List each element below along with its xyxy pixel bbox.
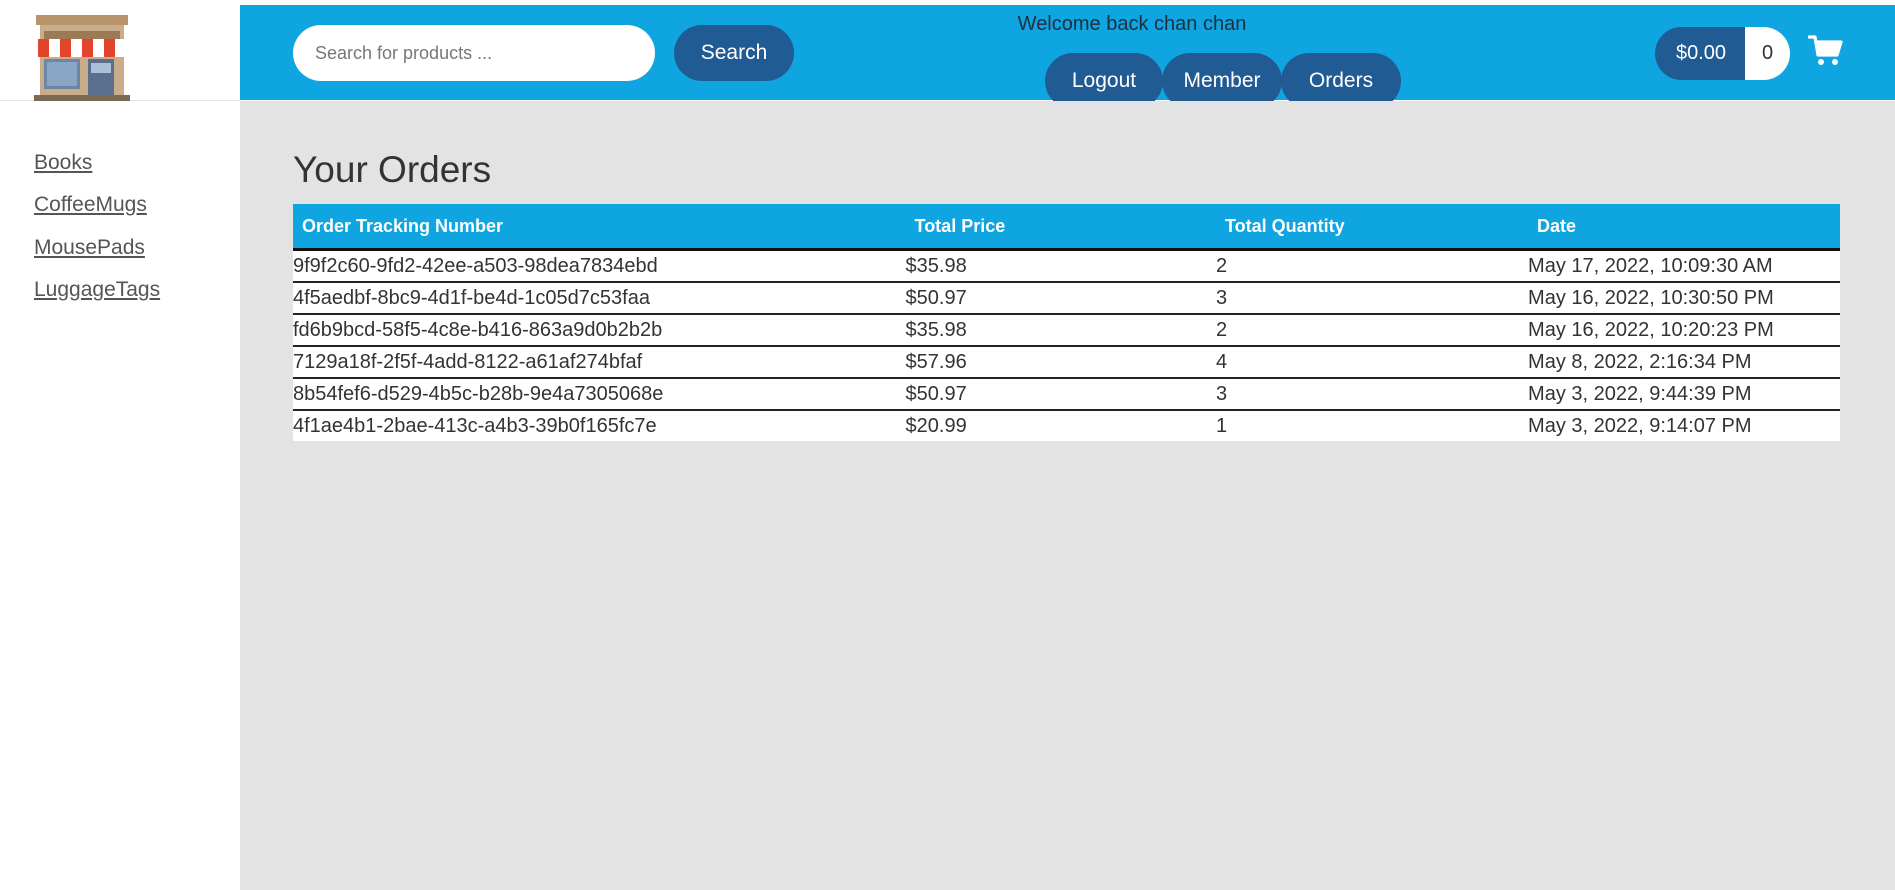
- search-button[interactable]: Search: [674, 25, 794, 81]
- column-header-tracking: Order Tracking Number: [293, 204, 906, 251]
- total-price: $57.96: [905, 346, 1216, 379]
- total-quantity: 1: [1216, 410, 1529, 441]
- page-title: Your Orders: [293, 149, 492, 190]
- cart-total: $0.00: [1655, 27, 1747, 80]
- total-quantity: 3: [1216, 282, 1529, 315]
- table-row: 8b54fef6-d529-4b5c-b28b-9e4a7305068e $50…: [293, 378, 1840, 411]
- storefront-logo-icon[interactable]: [30, 15, 134, 103]
- order-date: May 16, 2022, 10:30:50 PM: [1528, 282, 1840, 315]
- sidebar-item-luggagetags[interactable]: LuggageTags: [34, 278, 160, 302]
- main-content: Your Orders Order Tracking Number Total …: [240, 101, 1895, 890]
- tracking-number: fd6b9bcd-58f5-4c8e-b416-863a9d0b2b2b: [293, 314, 906, 347]
- search-input[interactable]: [293, 25, 655, 81]
- shopping-cart-icon[interactable]: [1808, 33, 1844, 69]
- column-header-price: Total Price: [905, 204, 1216, 251]
- total-quantity: 2: [1216, 314, 1529, 347]
- sidebar-item-mousepads[interactable]: MousePads: [34, 236, 145, 260]
- tracking-number: 7129a18f-2f5f-4add-8122-a61af274bfaf: [293, 346, 906, 379]
- sidebar-item-books[interactable]: Books: [34, 151, 92, 175]
- table-header-row: Order Tracking Number Total Price Total …: [293, 204, 1840, 251]
- table-row: fd6b9bcd-58f5-4c8e-b416-863a9d0b2b2b $35…: [293, 314, 1840, 347]
- column-header-quantity: Total Quantity: [1216, 204, 1529, 251]
- order-date: May 3, 2022, 9:14:07 PM: [1528, 410, 1840, 441]
- tracking-number: 8b54fef6-d529-4b5c-b28b-9e4a7305068e: [293, 378, 906, 411]
- total-quantity: 3: [1216, 378, 1529, 411]
- order-date: May 16, 2022, 10:20:23 PM: [1528, 314, 1840, 347]
- order-date: May 8, 2022, 2:16:34 PM: [1528, 346, 1840, 379]
- total-price: $20.99: [905, 410, 1216, 441]
- table-row: 7129a18f-2f5f-4add-8122-a61af274bfaf $57…: [293, 346, 1840, 379]
- total-price: $50.97: [905, 378, 1216, 411]
- table-row: 4f1ae4b1-2bae-413c-a4b3-39b0f165fc7e $20…: [293, 410, 1840, 441]
- welcome-message: Welcome back chan chan: [1017, 13, 1247, 35]
- top-header: Search Welcome back chan chan Logout Mem…: [240, 5, 1895, 109]
- tracking-number: 4f5aedbf-8bc9-4d1f-be4d-1c05d7c53faa: [293, 282, 906, 315]
- cart-count: 0: [1745, 27, 1790, 80]
- orders-table: Order Tracking Number Total Price Total …: [293, 204, 1840, 441]
- table-row: 4f5aedbf-8bc9-4d1f-be4d-1c05d7c53faa $50…: [293, 282, 1840, 315]
- total-price: $35.98: [905, 249, 1216, 283]
- order-date: May 17, 2022, 10:09:30 AM: [1528, 249, 1840, 283]
- total-quantity: 2: [1216, 249, 1529, 283]
- table-row: 9f9f2c60-9fd2-42ee-a503-98dea7834ebd $35…: [293, 249, 1840, 283]
- category-sidebar: Books CoffeeMugs MousePads LuggageTags: [0, 101, 240, 890]
- order-date: May 3, 2022, 9:44:39 PM: [1528, 378, 1840, 411]
- total-price: $50.97: [905, 282, 1216, 315]
- tracking-number: 4f1ae4b1-2bae-413c-a4b3-39b0f165fc7e: [293, 410, 906, 441]
- sidebar-item-coffeemugs[interactable]: CoffeeMugs: [34, 193, 147, 217]
- tracking-number: 9f9f2c60-9fd2-42ee-a503-98dea7834ebd: [293, 249, 906, 283]
- total-price: $35.98: [905, 314, 1216, 347]
- total-quantity: 4: [1216, 346, 1529, 379]
- logo-area: [0, 5, 240, 101]
- column-header-date: Date: [1528, 204, 1840, 251]
